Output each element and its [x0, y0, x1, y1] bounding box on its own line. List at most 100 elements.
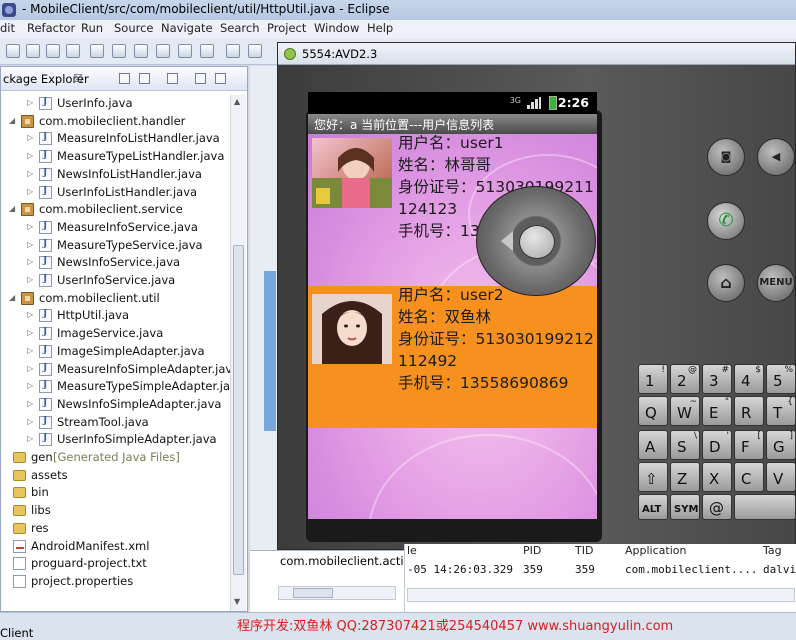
new-class-icon[interactable]: [156, 44, 170, 58]
key-f[interactable]: F[: [734, 430, 764, 460]
collapsed-icon[interactable]: [1, 576, 9, 586]
view-menu-icon[interactable]: [167, 73, 178, 84]
key-a[interactable]: A: [638, 430, 668, 460]
key-sym[interactable]: SYM: [670, 494, 700, 520]
dpad[interactable]: [476, 186, 596, 296]
expanded-icon[interactable]: ◢: [9, 204, 17, 214]
collapsed-icon[interactable]: ▷: [27, 151, 35, 161]
key-2[interactable]: 2 @: [670, 364, 700, 394]
collapsed-icon[interactable]: [1, 505, 9, 515]
save-all-icon[interactable]: [46, 44, 60, 58]
maximize-icon[interactable]: [215, 73, 226, 84]
key-shift[interactable]: ⇧: [638, 462, 668, 492]
android-screen[interactable]: 3G 2:26 您好：a 当前位置---用户信息列表 用户名：user1 姓名：…: [308, 92, 597, 519]
console-scrollbar[interactable]: [278, 586, 396, 600]
key-c[interactable]: C: [734, 462, 764, 492]
key-space[interactable]: [734, 494, 796, 520]
key-x[interactable]: X: [702, 462, 732, 492]
collapsed-icon[interactable]: ▷: [27, 275, 35, 285]
collapsed-icon[interactable]: ▷: [27, 417, 35, 427]
menu-navigate[interactable]: Navigate: [161, 21, 213, 35]
volume-button[interactable]: ◀: [757, 138, 795, 176]
new-icon[interactable]: [6, 44, 20, 58]
key-t[interactable]: T{: [766, 396, 796, 426]
collapsed-icon[interactable]: [1, 452, 9, 462]
collapsed-icon[interactable]: ▷: [27, 169, 35, 179]
collapsed-icon[interactable]: [1, 523, 9, 533]
logcat-header-pid[interactable]: PID: [523, 544, 541, 557]
collapsed-icon[interactable]: ▷: [27, 222, 35, 232]
list-item[interactable]: 用户名：user2 姓名：双鱼林 身份证号：513030199212112492…: [308, 286, 597, 428]
package-explorer-scrollbar[interactable]: ▲ ▼: [230, 95, 246, 611]
logcat-scrollbar[interactable]: [407, 588, 795, 602]
close-icon[interactable]: ☒: [73, 72, 83, 85]
menu-window[interactable]: Window: [314, 21, 359, 35]
key-s[interactable]: S \: [670, 430, 700, 460]
collapsed-icon[interactable]: ▷: [27, 434, 35, 444]
package-explorer-tab[interactable]: ckage Explorer ☒: [1, 67, 247, 91]
next-annotation-icon[interactable]: [226, 44, 240, 58]
collapsed-icon[interactable]: [1, 558, 9, 568]
collapsed-icon[interactable]: ▷: [27, 187, 35, 197]
external-tools-icon[interactable]: [134, 44, 148, 58]
save-icon[interactable]: [26, 44, 40, 58]
key-z[interactable]: Z: [670, 462, 700, 492]
expanded-icon[interactable]: ◢: [9, 293, 17, 303]
logcat-header-level[interactable]: le: [407, 544, 417, 557]
logcat-header-tag[interactable]: Tag: [763, 544, 782, 557]
open-type-icon[interactable]: [178, 44, 192, 58]
dpad-left-icon[interactable]: [501, 231, 513, 251]
key-alt[interactable]: ALT: [638, 494, 668, 520]
debug-icon[interactable]: [90, 44, 104, 58]
key-r[interactable]: R: [734, 396, 764, 426]
key-1[interactable]: 1!: [638, 364, 668, 394]
collapsed-icon[interactable]: ▷: [27, 328, 35, 338]
collapsed-icon[interactable]: [1, 470, 9, 480]
collapsed-icon[interactable]: ▷: [27, 381, 35, 391]
menu-source[interactable]: Source: [114, 21, 154, 35]
java-file-icon: [39, 433, 52, 447]
collapsed-icon[interactable]: ▷: [27, 310, 35, 320]
collapsed-icon[interactable]: [1, 541, 9, 551]
key-e[interactable]: E ": [702, 396, 732, 426]
collapsed-icon[interactable]: ▷: [27, 257, 35, 267]
menu-run[interactable]: Run: [81, 21, 103, 35]
collapsed-icon[interactable]: ▷: [27, 133, 35, 143]
previous-annotation-icon[interactable]: [248, 44, 262, 58]
collapsed-icon[interactable]: [1, 487, 9, 497]
key-g[interactable]: G]: [766, 430, 796, 460]
run-icon[interactable]: [112, 44, 126, 58]
collapsed-icon[interactable]: ▷: [27, 98, 35, 108]
expanded-icon[interactable]: ◢: [9, 116, 17, 126]
collapsed-icon[interactable]: ▷: [27, 364, 35, 374]
key-q[interactable]: Q: [638, 396, 668, 426]
key-5[interactable]: 5%: [766, 364, 796, 394]
key-at[interactable]: @: [702, 494, 732, 520]
menu-project[interactable]: Project: [267, 21, 306, 35]
call-button[interactable]: ✆: [707, 202, 745, 240]
key-3[interactable]: 3 #: [702, 364, 732, 394]
collapse-all-icon[interactable]: [119, 73, 130, 84]
home-button[interactable]: ⌂: [707, 264, 745, 302]
logcat-header-tid[interactable]: TID: [575, 544, 593, 557]
dpad-center[interactable]: [519, 225, 555, 259]
key-w[interactable]: W ~: [670, 396, 700, 426]
key-d[interactable]: D ': [702, 430, 732, 460]
print-icon[interactable]: [66, 44, 80, 58]
menu-edit[interactable]: dit: [0, 21, 15, 35]
search-icon[interactable]: [200, 44, 214, 58]
menu-button[interactable]: MENU: [757, 264, 795, 302]
key-4[interactable]: 4 $: [734, 364, 764, 394]
menu-search[interactable]: Search: [220, 21, 260, 35]
logcat-header-app[interactable]: Application: [625, 544, 686, 557]
camera-button[interactable]: ◙: [707, 138, 745, 176]
menu-help[interactable]: Help: [367, 21, 393, 35]
collapsed-icon[interactable]: ▷: [27, 346, 35, 356]
collapsed-icon[interactable]: ▷: [27, 399, 35, 409]
menu-refactor[interactable]: Refactor: [27, 21, 75, 35]
minimize-icon[interactable]: [195, 73, 206, 84]
link-editor-icon[interactable]: [139, 73, 150, 84]
collapsed-icon[interactable]: ▷: [27, 240, 35, 250]
scrollbar-thumb[interactable]: [233, 245, 244, 575]
key-v[interactable]: V: [766, 462, 796, 492]
